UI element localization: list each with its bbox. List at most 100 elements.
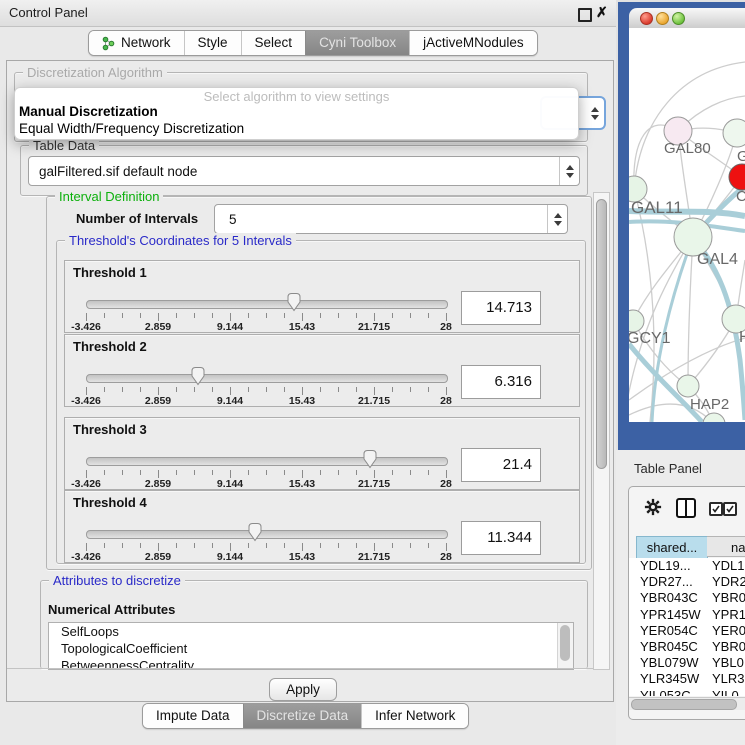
tab-discretize-data[interactable]: Discretize Data xyxy=(243,704,362,728)
tick-mark xyxy=(86,313,87,321)
float-window-icon[interactable] xyxy=(578,8,592,22)
panel-scrollbar[interactable] xyxy=(593,192,610,670)
number-of-intervals-combobox[interactable]: 5 xyxy=(214,204,568,234)
table-data-combobox[interactable]: galFiltered.sif default node xyxy=(28,156,580,186)
close-traffic-light-icon[interactable] xyxy=(640,12,653,25)
tick-mark xyxy=(248,543,249,548)
apply-button[interactable]: Apply xyxy=(269,678,337,701)
threshold-label: Threshold 1 xyxy=(73,265,147,280)
minimize-traffic-light-icon[interactable] xyxy=(656,12,669,25)
network-node-gcy1[interactable] xyxy=(629,310,644,332)
threshold-3-panel: Threshold 3-3.4262.8599.14415.4321.71528… xyxy=(64,417,580,490)
table-data-value: galFiltered.sif default node xyxy=(39,157,197,185)
tick-mark xyxy=(284,543,285,548)
close-icon[interactable]: ✗ xyxy=(596,4,608,21)
gear-icon[interactable] xyxy=(644,498,662,516)
dropdown-placeholder: Select algorithm to view settings xyxy=(15,89,578,104)
tab-select[interactable]: Select xyxy=(241,31,306,55)
tick-mark xyxy=(392,313,393,318)
slider-thumb[interactable] xyxy=(362,449,378,469)
tick-mark xyxy=(446,470,447,478)
list-scrollbar[interactable] xyxy=(557,623,573,669)
tick-mark xyxy=(140,313,141,318)
dropdown-option-equal-width-frequency[interactable]: Equal Width/Frequency Discretization xyxy=(19,121,244,136)
network-node-hap2[interactable] xyxy=(677,375,699,397)
table-row[interactable]: YPR145W YPR1 xyxy=(629,607,745,623)
tick-mark xyxy=(140,470,141,475)
threshold-2-panel: Threshold 2-3.4262.8599.14415.4321.71528… xyxy=(64,334,580,407)
threshold-value-field[interactable]: 21.4 xyxy=(461,448,541,482)
node-label: GAL80 xyxy=(664,140,711,157)
cell-name: YLR3 xyxy=(712,671,745,686)
table-row[interactable]: YDL19...YDL1 xyxy=(629,558,745,574)
column-header-shared[interactable]: shared... xyxy=(636,536,708,559)
table-row[interactable]: YIL053CYIL0 xyxy=(629,688,745,696)
column-header-name[interactable]: na xyxy=(707,536,745,557)
tick-mark xyxy=(230,313,231,321)
attribute-list-item[interactable]: SelfLoops xyxy=(49,623,573,640)
tab-style[interactable]: Style xyxy=(184,31,241,55)
tick-mark xyxy=(104,543,105,548)
network-node-g[interactable] xyxy=(723,119,745,147)
slider-track[interactable] xyxy=(86,374,448,383)
tick-mark xyxy=(140,543,141,548)
tab-infer-network[interactable]: Infer Network xyxy=(361,704,468,728)
dropdown-option-manual-discretization[interactable]: Manual Discretization xyxy=(19,104,158,119)
tick-mark xyxy=(392,470,393,475)
table-horizontal-scrollbar[interactable] xyxy=(629,697,745,710)
cell-name: YBR0 xyxy=(712,639,745,654)
checkbox-checked-icon[interactable] xyxy=(709,502,723,516)
threshold-value-field[interactable]: 11.344 xyxy=(461,521,541,555)
tab-network[interactable]: Network xyxy=(89,31,184,55)
cell-shared-name: YBR045C xyxy=(640,639,698,654)
split-columns-icon[interactable] xyxy=(676,498,696,518)
tick-label: -3.426 xyxy=(71,395,101,407)
threshold-value-field[interactable]: 6.316 xyxy=(461,365,541,399)
table-row[interactable]: YBR045C YBR0 xyxy=(629,639,745,655)
threshold-value-field[interactable]: 14.713 xyxy=(461,291,541,325)
numerical-attributes-list[interactable]: SelfLoopsTopologicalCoefficientBetweenne… xyxy=(48,622,574,670)
tick-mark xyxy=(428,543,429,548)
tab-label: jActiveMNodules xyxy=(423,31,524,55)
network-node[interactable] xyxy=(703,413,725,422)
tick-mark xyxy=(446,543,447,551)
table-row[interactable]: YLR345WYLR3 xyxy=(629,671,745,687)
tab-label: Cyni Toolbox xyxy=(319,31,396,55)
table-scrollbar-thumb[interactable] xyxy=(631,699,737,710)
attribute-list-item[interactable]: TopologicalCoefficient xyxy=(49,640,573,657)
slider-thumb[interactable] xyxy=(286,292,302,312)
slider-thumb[interactable] xyxy=(190,366,206,386)
network-graph: GAL80G.CGAL11GAL4GCY1HHAP2 xyxy=(629,28,745,422)
cell-name: YER0 xyxy=(712,623,745,638)
cell-shared-name: YPR145W xyxy=(640,607,701,622)
discretization-algorithm-label: Discretization Algorithm xyxy=(23,65,167,80)
network-node-c[interactable] xyxy=(729,164,745,190)
screen: Control Panel ✗ NetworkStyleSelectCyni T… xyxy=(0,0,745,745)
tick-label: 21.715 xyxy=(358,321,390,333)
slider-track[interactable] xyxy=(86,300,448,309)
table-row[interactable]: YDR27...YDR2 xyxy=(629,574,745,590)
table-row[interactable]: YBR043CYBR0 xyxy=(629,590,745,606)
list-scrollbar-thumb[interactable] xyxy=(560,625,570,661)
tab-impute-data[interactable]: Impute Data xyxy=(143,704,243,728)
tick-mark xyxy=(212,543,213,548)
slider-track[interactable] xyxy=(86,457,448,466)
checkbox-checked-icon[interactable] xyxy=(723,502,737,516)
combo-stepper-icon[interactable] xyxy=(547,205,567,233)
slider-thumb[interactable] xyxy=(247,522,263,542)
combo-stepper-icon[interactable] xyxy=(585,98,604,128)
tick-mark xyxy=(230,387,231,395)
network-edge[interactable] xyxy=(634,189,654,422)
tab-cyni-toolbox[interactable]: Cyni Toolbox xyxy=(305,31,409,55)
panel-scrollbar-thumb[interactable] xyxy=(596,199,607,469)
tick-mark xyxy=(428,470,429,475)
zoom-traffic-light-icon[interactable] xyxy=(672,12,685,25)
tab-jactivemnodules[interactable]: jActiveMNodules xyxy=(409,31,537,55)
combo-stepper-icon[interactable] xyxy=(559,157,579,185)
network-canvas[interactable]: GAL80G.CGAL11GAL4GCY1HHAP2 xyxy=(629,28,745,422)
network-edge[interactable] xyxy=(688,237,693,386)
slider-track[interactable] xyxy=(86,530,448,539)
table-row[interactable]: YBL079WYBL0 xyxy=(629,655,745,671)
table-row[interactable]: YER054CYER0 xyxy=(629,623,745,639)
cell-name: YPR1 xyxy=(712,607,745,622)
